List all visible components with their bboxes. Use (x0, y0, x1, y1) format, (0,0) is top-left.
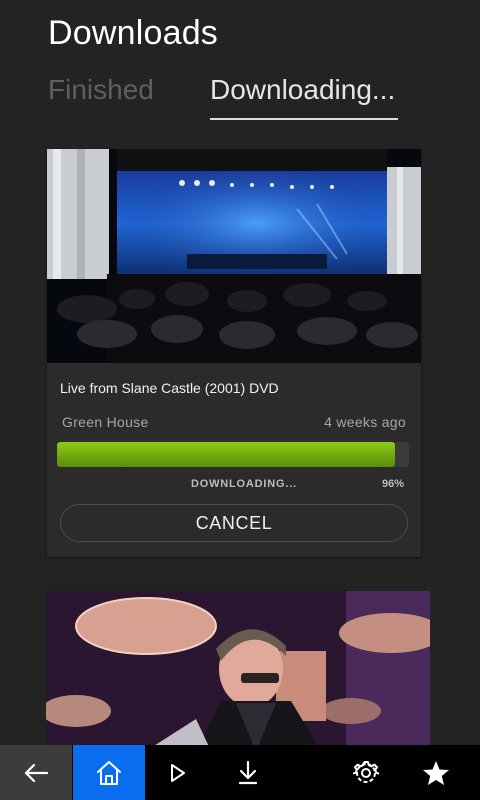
download-icon (238, 760, 258, 784)
play-button[interactable] (142, 745, 214, 800)
tab-downloading[interactable]: Downloading... (210, 74, 395, 106)
cancel-button[interactable]: CANCEL (60, 504, 408, 542)
download-card: Live from Slane Castle (2001) DVD Green … (47, 149, 421, 557)
bottom-navigation-bar (0, 745, 480, 800)
download-status: DOWNLOADING... (191, 478, 297, 490)
video-thumbnail[interactable] (47, 149, 421, 363)
download-source: Green House (62, 414, 149, 430)
page-title: Downloads (48, 14, 219, 52)
concert-stage-image (47, 149, 421, 363)
home-button[interactable] (73, 745, 145, 800)
settings-button[interactable] (330, 745, 402, 800)
tab-bar: Finished Downloading... (0, 74, 480, 124)
drummer-performance-image (46, 591, 430, 751)
download-button[interactable] (212, 745, 284, 800)
download-title: Live from Slane Castle (2001) DVD (60, 380, 279, 396)
selected-tab-indicator (210, 118, 398, 120)
download-progress-bar (57, 442, 409, 467)
star-icon (423, 760, 449, 785)
download-percent: 96% (381, 478, 404, 490)
back-button[interactable] (0, 745, 72, 800)
home-icon (97, 760, 121, 785)
gear-icon (353, 760, 379, 783)
download-time: 4 weeks ago (324, 414, 406, 430)
download-progress-fill (57, 442, 395, 467)
play-icon (171, 763, 185, 782)
tab-finished[interactable]: Finished (48, 74, 154, 106)
download-card-thumbnail-2[interactable] (46, 591, 430, 751)
favorites-button[interactable] (400, 745, 472, 800)
back-arrow-icon (24, 763, 49, 782)
